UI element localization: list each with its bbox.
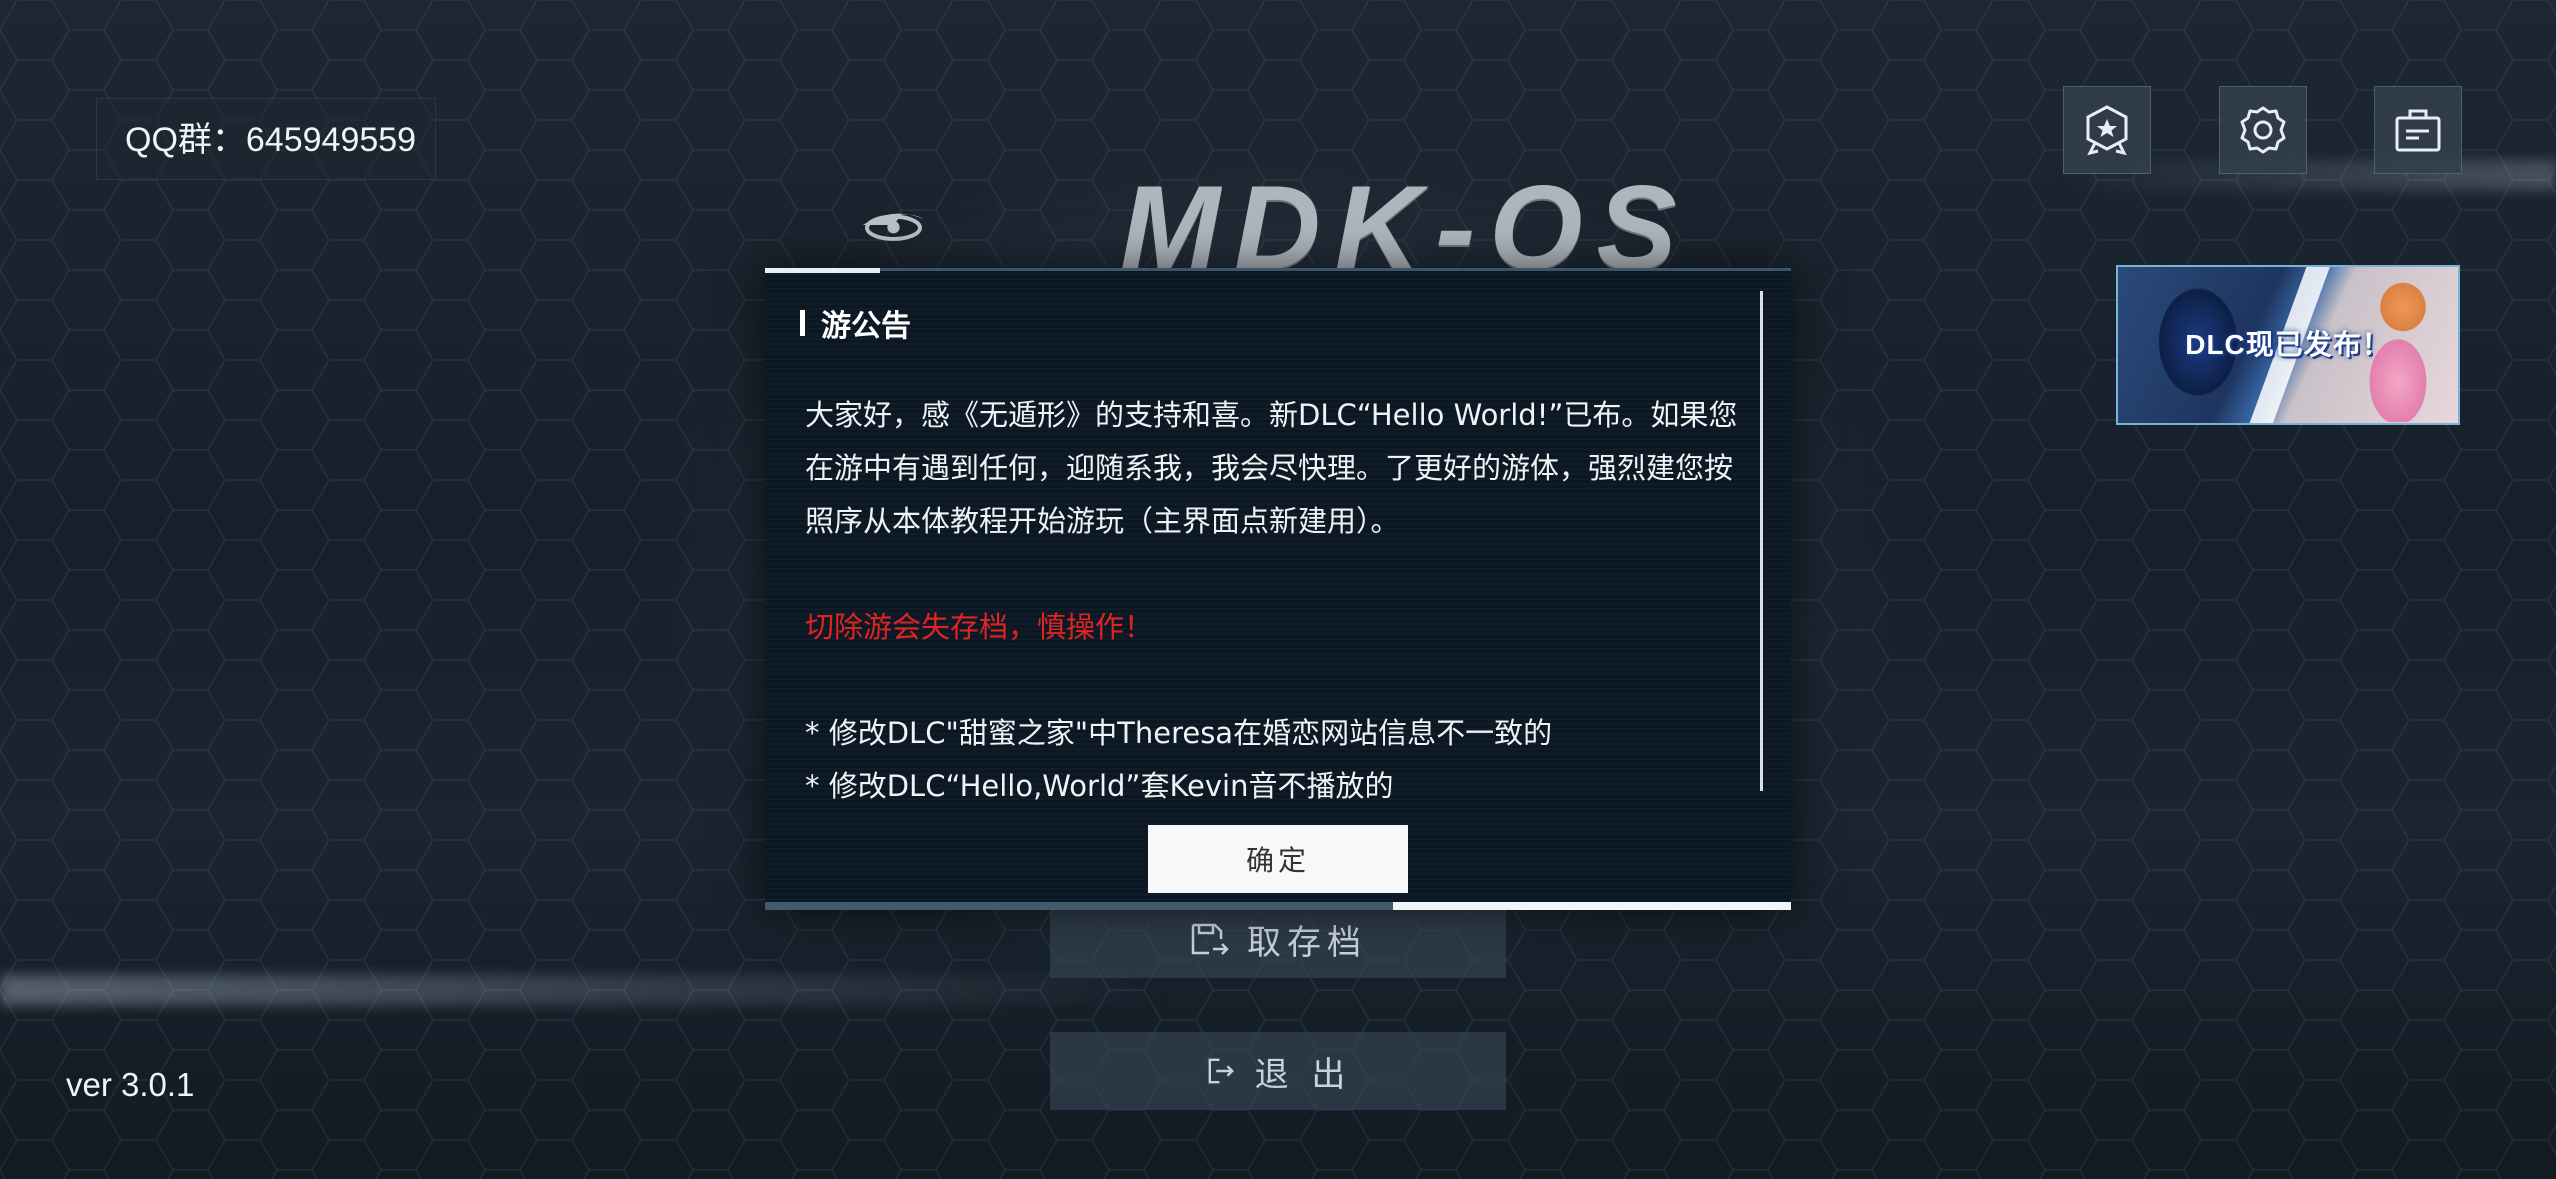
dialog-body: 大家好，感《无遁形》的支持和喜。新DLC“Hello World!”已布。如果您… [805,389,1745,813]
version-label: ver 3.0.1 [66,1066,195,1103]
load-save-button[interactable]: 取存档 [1050,900,1506,978]
announcement-paragraph: 大家好，感《无遁形》的支持和喜。新DLC“Hello World!”已布。如果您… [805,398,1738,538]
achievement-button[interactable] [2063,86,2151,174]
exit-label: 退 出 [1254,1054,1352,1095]
light-streak [0,975,1300,1005]
briefcase-icon [2395,109,2441,152]
banner-label: DLC现已发布！ [2185,329,2391,360]
load-save-icon [1191,923,1229,955]
settings-gear-icon [2240,106,2286,154]
title-bar-marker [800,310,805,336]
inventory-button[interactable] [2374,86,2462,174]
dlc-banner[interactable]: DLC现已发布！ [2116,265,2460,425]
warning-text: 切除游会失存档，慎操作！ [805,610,1154,644]
dialog-title: 游公告 [800,301,911,345]
eye-logo-icon [862,213,925,241]
settings-button[interactable] [2219,86,2307,174]
dialog-title-text: 游公告 [821,309,911,344]
exit-icon [1208,1058,1234,1084]
exit-button[interactable]: 退 出 [1050,1032,1506,1110]
changelog-item: * 修改DLC"甜蜜之家"中Theresa在婚恋网站信息不一致的 [805,716,1553,750]
announcement-dialog: 游公告 大家好，感《无遁形》的支持和喜。新DLC“Hello World!”已布… [765,268,1791,910]
load-save-label: 取存档 [1247,922,1367,963]
dialog-top-accent [765,268,880,273]
dialog-bottom-accent [1393,902,1791,910]
confirm-button[interactable]: 确定 [1148,825,1408,893]
qq-group-label: QQ群：645949559 [96,98,436,180]
changelog-item: * 修改DLC“Hello,World”套Kevin音不播放的 [805,769,1394,803]
achievement-icon [2086,105,2128,156]
dialog-scrollbar[interactable] [1760,291,1763,791]
